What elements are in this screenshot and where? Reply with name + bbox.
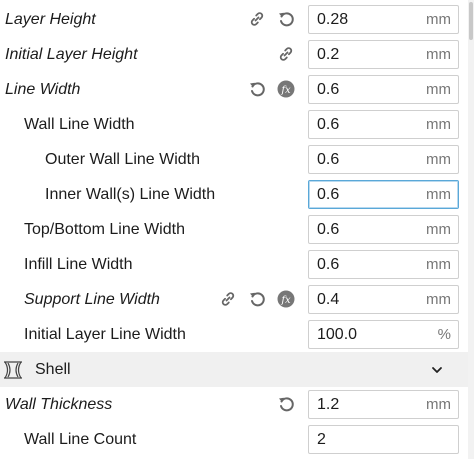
function-icon[interactable]: fx [277, 290, 295, 308]
reset-icon[interactable] [248, 80, 266, 98]
setting-label: Support Line Width [24, 291, 160, 308]
initial-layer-height-input[interactable]: 0.2 mm [308, 40, 459, 69]
layer-height-input[interactable]: 0.28 mm [308, 5, 459, 34]
input-value: 2 [317, 431, 326, 448]
setting-label: Outer Wall Line Width [45, 151, 201, 168]
setting-label: Wall Line Width [24, 116, 135, 133]
setting-initial-layer-height: Initial Layer Height 0.2 mm [0, 37, 468, 72]
setting-label: Wall Line Count [24, 431, 137, 448]
inner-wall-line-width-input[interactable]: 0.6 mm [308, 180, 459, 209]
wall-line-count-input[interactable]: 2 [308, 425, 459, 454]
reset-icon[interactable] [277, 395, 295, 413]
setting-label: Wall Thickness [5, 396, 113, 413]
setting-label: Line Width [5, 81, 81, 98]
setting-top-bottom-line-width: Top/Bottom Line Width 0.6 mm [0, 212, 468, 247]
input-value: 0.6 [317, 81, 340, 98]
svg-text:fx: fx [280, 295, 291, 306]
outer-wall-line-width-input[interactable]: 0.6 mm [308, 145, 459, 174]
top-bottom-line-width-input[interactable]: 0.6 mm [308, 215, 459, 244]
shell-icon [2, 360, 24, 385]
setting-label: Inner Wall(s) Line Width [45, 186, 216, 203]
support-line-width-input[interactable]: 0.4 mm [308, 285, 459, 314]
wall-thickness-input[interactable]: 1.2 mm [308, 390, 459, 419]
chevron-down-icon[interactable] [430, 363, 444, 382]
unit-label: % [437, 326, 451, 343]
setting-label: Initial Layer Height [5, 46, 138, 63]
input-value: 0.6 [317, 116, 340, 133]
initial-layer-line-width-input[interactable]: 100.0 % [308, 320, 459, 349]
unit-label: mm [426, 11, 451, 28]
input-value: 0.6 [317, 221, 340, 238]
setting-wall-thickness: Wall Thickness 1.2 mm [0, 387, 468, 422]
unit-label: mm [426, 46, 451, 63]
setting-layer-height: Layer Height 0.28 mm [0, 2, 468, 37]
function-icon[interactable]: fx [277, 80, 295, 98]
setting-wall-line-width: Wall Line Width 0.6 mm [0, 107, 468, 142]
reset-icon[interactable] [248, 290, 266, 308]
unit-label: mm [426, 186, 451, 203]
link-icon[interactable] [219, 290, 237, 308]
unit-label: mm [426, 256, 451, 273]
input-value: 0.6 [317, 151, 340, 168]
input-value: 0.6 [317, 256, 340, 273]
scrollbar-thumb[interactable] [469, 2, 473, 40]
setting-label: Top/Bottom Line Width [24, 221, 185, 238]
setting-label: Layer Height [5, 11, 96, 28]
settings-panel: Layer Height 0.28 mm Initial Layer Heigh… [0, 0, 468, 459]
link-icon[interactable] [277, 45, 295, 63]
unit-label: mm [426, 116, 451, 133]
unit-label: mm [426, 221, 451, 238]
svg-text:fx: fx [280, 85, 291, 96]
setting-infill-line-width: Infill Line Width 0.6 mm [0, 247, 468, 282]
scrollbar[interactable] [468, 0, 474, 459]
unit-label: mm [426, 81, 451, 98]
input-value: 0.4 [317, 291, 340, 308]
setting-wall-line-count: Wall Line Count 2 [0, 422, 468, 457]
wall-line-width-input[interactable]: 0.6 mm [308, 110, 459, 139]
input-value: 100.0 [317, 326, 358, 343]
input-value: 1.2 [317, 396, 340, 413]
setting-inner-wall-line-width: Inner Wall(s) Line Width 0.6 mm [0, 177, 468, 212]
unit-label: mm [426, 396, 451, 413]
setting-initial-layer-line-width: Initial Layer Line Width 100.0 % [0, 317, 468, 352]
setting-line-width: Line Width fx 0.6 mm [0, 72, 468, 107]
reset-icon[interactable] [277, 10, 295, 28]
setting-support-line-width: Support Line Width fx 0.4 mm [0, 282, 468, 317]
section-title: Shell [35, 361, 71, 378]
unit-label: mm [426, 291, 451, 308]
input-value: 0.28 [317, 11, 349, 28]
setting-outer-wall-line-width: Outer Wall Line Width 0.6 mm [0, 142, 468, 177]
input-value: 0.6 [317, 186, 340, 203]
section-header-shell[interactable]: Shell [0, 352, 468, 387]
link-icon[interactable] [248, 10, 266, 28]
unit-label: mm [426, 151, 451, 168]
infill-line-width-input[interactable]: 0.6 mm [308, 250, 459, 279]
input-value: 0.2 [317, 46, 340, 63]
setting-label: Infill Line Width [24, 256, 133, 273]
line-width-input[interactable]: 0.6 mm [308, 75, 459, 104]
setting-label: Initial Layer Line Width [24, 326, 186, 343]
